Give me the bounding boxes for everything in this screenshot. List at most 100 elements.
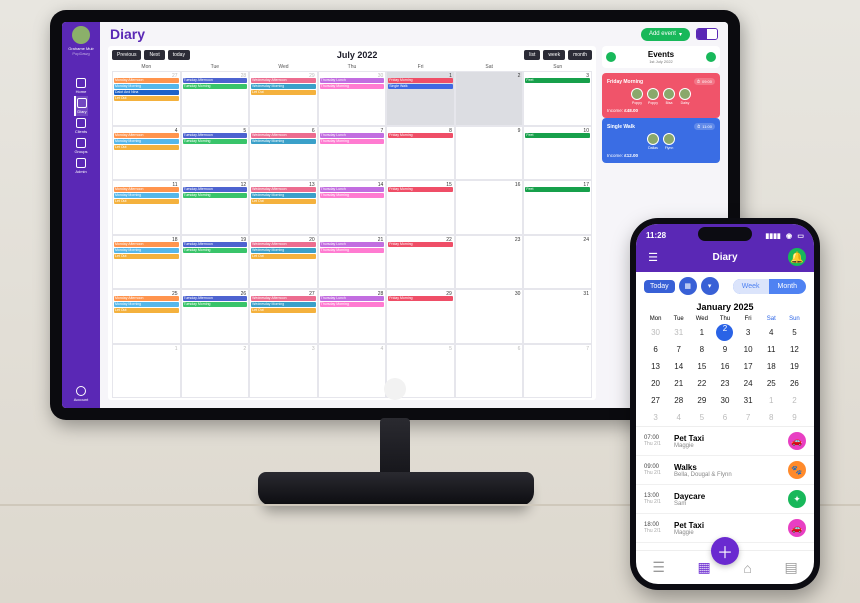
event-chip[interactable]: Thursday Morning: [320, 193, 385, 198]
month-view-button[interactable]: month: [568, 50, 592, 60]
event-chip[interactable]: Friday Morning: [388, 78, 453, 83]
phone-day[interactable]: 1: [690, 324, 713, 341]
phone-day[interactable]: 7: [667, 341, 690, 358]
phone-day[interactable]: 8: [690, 341, 713, 358]
seg-week[interactable]: Week: [733, 279, 769, 294]
calendar-cell[interactable]: 11Monday AfternoonMonday MorningLet Out: [112, 180, 181, 235]
event-chip[interactable]: Monday Morning: [114, 84, 179, 89]
phone-day[interactable]: 2: [713, 324, 736, 341]
phone-day[interactable]: 18: [760, 358, 783, 375]
event-chip[interactable]: Let Out: [114, 199, 179, 204]
calendar-cell[interactable]: 22Friday Morning: [386, 235, 455, 290]
menu-button[interactable]: ☰: [644, 248, 662, 266]
event-chip[interactable]: Monday Afternoon: [114, 78, 179, 83]
event-chip[interactable]: Feet: [525, 187, 590, 192]
event-chip[interactable]: Thursday Lunch: [320, 78, 385, 83]
event-chip[interactable]: Tuesday Morning: [183, 302, 248, 307]
event-chip[interactable]: Wednesday Afternoon: [251, 133, 316, 138]
sidebar-item-diary[interactable]: Diary: [74, 96, 87, 116]
phone-day[interactable]: 13: [644, 358, 667, 375]
week-view-button[interactable]: week: [543, 50, 565, 60]
event-chip[interactable]: Wednesday Morning: [251, 302, 316, 307]
phone-day[interactable]: 29: [690, 392, 713, 409]
event-chip[interactable]: Monday Morning: [114, 193, 179, 198]
event-chip[interactable]: Monday Afternoon: [114, 296, 179, 301]
phone-day[interactable]: 20: [644, 375, 667, 392]
event-chip[interactable]: Let Out: [114, 96, 179, 101]
calendar-cell[interactable]: 23: [455, 235, 524, 290]
event-chip[interactable]: Tuesday Afternoon: [183, 296, 248, 301]
event-chip[interactable]: Tuesday Morning: [183, 248, 248, 253]
phone-range-segment[interactable]: Week Month: [733, 279, 806, 294]
calendar-cell[interactable]: 17Feet: [523, 180, 592, 235]
phone-day[interactable]: 16: [713, 358, 736, 375]
calendar-cell[interactable]: 19Tuesday AfternoonTuesday Morning: [181, 235, 250, 290]
phone-day[interactable]: 9: [713, 341, 736, 358]
events-prev-button[interactable]: [606, 52, 616, 62]
calendar-cell[interactable]: 2: [181, 344, 250, 399]
phone-day[interactable]: 28: [667, 392, 690, 409]
event-chip[interactable]: Feet: [525, 78, 590, 83]
tab-clipboard-icon[interactable]: ▤: [784, 559, 797, 576]
phone-day[interactable]: 6: [713, 409, 736, 426]
phone-day[interactable]: 4: [667, 409, 690, 426]
event-chip[interactable]: Tuesday Afternoon: [183, 242, 248, 247]
event-chip[interactable]: Wednesday Afternoon: [251, 78, 316, 83]
phone-today-button[interactable]: Today: [644, 280, 675, 293]
phone-event-row[interactable]: 09:00Thu 2/1 Walks Bella, Dougal & Flynn…: [636, 456, 814, 485]
event-chip[interactable]: Let Out: [114, 254, 179, 259]
event-chip[interactable]: Tuesday Morning: [183, 84, 248, 89]
event-chip[interactable]: Monday Morning: [114, 248, 179, 253]
event-chip[interactable]: Let Out: [251, 308, 316, 313]
event-card[interactable]: Single Walk ⏱11:00 DallasFlynn Income: £…: [602, 118, 720, 163]
calendar-cell[interactable]: 6Wednesday AfternoonWednesday Morning: [249, 126, 318, 181]
today-button[interactable]: today: [168, 50, 190, 60]
event-chip[interactable]: Tuesday Afternoon: [183, 133, 248, 138]
phone-day[interactable]: 24: [737, 375, 760, 392]
phone-day[interactable]: 31: [667, 324, 690, 341]
phone-day[interactable]: 14: [667, 358, 690, 375]
event-chip[interactable]: Friday Morning: [388, 296, 453, 301]
calendar-cell[interactable]: 13Wednesday AfternoonWednesday MorningLe…: [249, 180, 318, 235]
sidebar-item-groups[interactable]: Groups: [74, 136, 87, 156]
event-chip[interactable]: Wednesday Afternoon: [251, 187, 316, 192]
calendar-cell[interactable]: 25Monday AfternoonMonday MorningLet Out: [112, 289, 181, 344]
phone-day[interactable]: 17: [737, 358, 760, 375]
event-chip[interactable]: Thursday Morning: [320, 248, 385, 253]
event-chip[interactable]: Monday Morning: [114, 139, 179, 144]
phone-day[interactable]: 8: [760, 409, 783, 426]
event-chip[interactable]: Tuesday Morning: [183, 193, 248, 198]
calendar-cell[interactable]: 4Monday AfternoonMonday MorningLet Out: [112, 126, 181, 181]
calendar-cell[interactable]: 2: [455, 71, 524, 126]
event-card[interactable]: Friday Morning ⏱09:00 PoppyPoppyBisaDais…: [602, 73, 720, 118]
calendar-cell[interactable]: 7Thursday LunchThursday Morning: [318, 126, 387, 181]
calendar-cell[interactable]: 20Wednesday AfternoonWednesday MorningLe…: [249, 235, 318, 290]
phone-day[interactable]: 26: [783, 375, 806, 392]
phone-calendar-button[interactable]: ▦: [679, 277, 697, 295]
phone-day[interactable]: 12: [783, 341, 806, 358]
calendar-cell[interactable]: 6: [455, 344, 524, 399]
event-chip[interactable]: Thursday Morning: [320, 302, 385, 307]
calendar-cell[interactable]: 3: [249, 344, 318, 399]
calendar-cell[interactable]: 30: [455, 289, 524, 344]
fab-add-button[interactable]: ＋: [711, 537, 739, 565]
notifications-button[interactable]: 🔔: [788, 248, 806, 266]
next-button[interactable]: Next: [144, 50, 164, 60]
calendar-cell[interactable]: 8Friday Morning: [386, 126, 455, 181]
phone-day[interactable]: 7: [737, 409, 760, 426]
calendar-cell[interactable]: 15Friday Morning: [386, 180, 455, 235]
seg-month[interactable]: Month: [769, 279, 806, 294]
event-chip[interactable]: Wednesday Afternoon: [251, 296, 316, 301]
calendar-cell[interactable]: 1: [112, 344, 181, 399]
event-chip[interactable]: Thursday Lunch: [320, 187, 385, 192]
phone-day[interactable]: 11: [760, 341, 783, 358]
calendar-cell[interactable]: 12Tuesday AfternoonTuesday Morning: [181, 180, 250, 235]
sidebar-item-clients[interactable]: Clients: [74, 116, 87, 136]
event-chip[interactable]: Thursday Morning: [320, 84, 385, 89]
user-box[interactable]: Grahame Muir PopDawg: [68, 26, 94, 56]
calendar-cell[interactable]: 29Wednesday AfternoonWednesday MorningLe…: [249, 71, 318, 126]
phone-day[interactable]: 31: [737, 392, 760, 409]
event-chip[interactable]: Let Out: [251, 90, 316, 95]
tab-list-icon[interactable]: ☰: [652, 559, 665, 576]
event-chip[interactable]: Let Out: [251, 199, 316, 204]
